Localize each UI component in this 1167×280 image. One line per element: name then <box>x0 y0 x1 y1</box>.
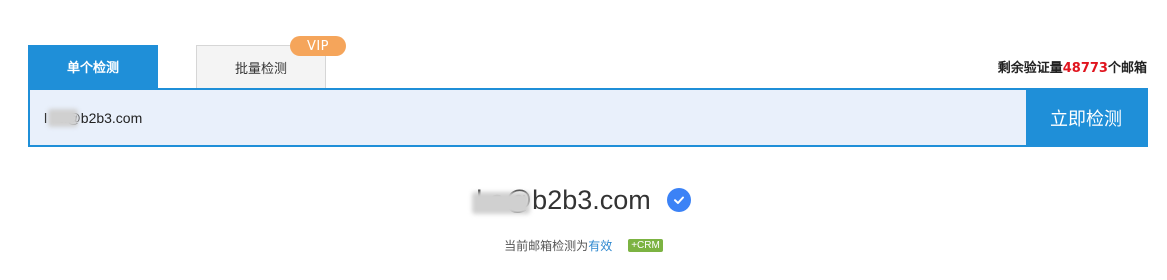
quota-count: 48773 <box>1062 61 1108 76</box>
status-valid[interactable]: 有效 <box>588 237 612 254</box>
email-input[interactable] <box>30 90 1026 145</box>
tab-single-check-label: 单个检测 <box>66 61 119 76</box>
input-blur-mask <box>48 109 78 127</box>
tab-batch-check-label: 批量检测 <box>234 61 287 77</box>
tab-single-check[interactable]: 单个检测 <box>28 45 158 88</box>
status-line: 当前邮箱检测为 有效 +CRM <box>0 236 1167 254</box>
quota-prefix: 剩余验证量 <box>997 61 1063 76</box>
vip-badge: VIP <box>290 36 346 56</box>
quota-suffix: 个邮箱 <box>1107 61 1147 76</box>
remaining-quota: 剩余验证量48773个邮箱 <box>998 57 1147 76</box>
verified-check-icon <box>666 188 691 212</box>
result-row: l a@b2b3.com <box>0 178 1167 222</box>
status-prefix: 当前邮箱检测为 <box>504 238 589 253</box>
email-search-box: 立即检测 <box>28 88 1148 147</box>
crm-badge[interactable]: +CRM <box>628 238 663 252</box>
check-now-button[interactable]: 立即检测 <box>1026 90 1146 145</box>
result-blur-mask <box>472 192 530 214</box>
